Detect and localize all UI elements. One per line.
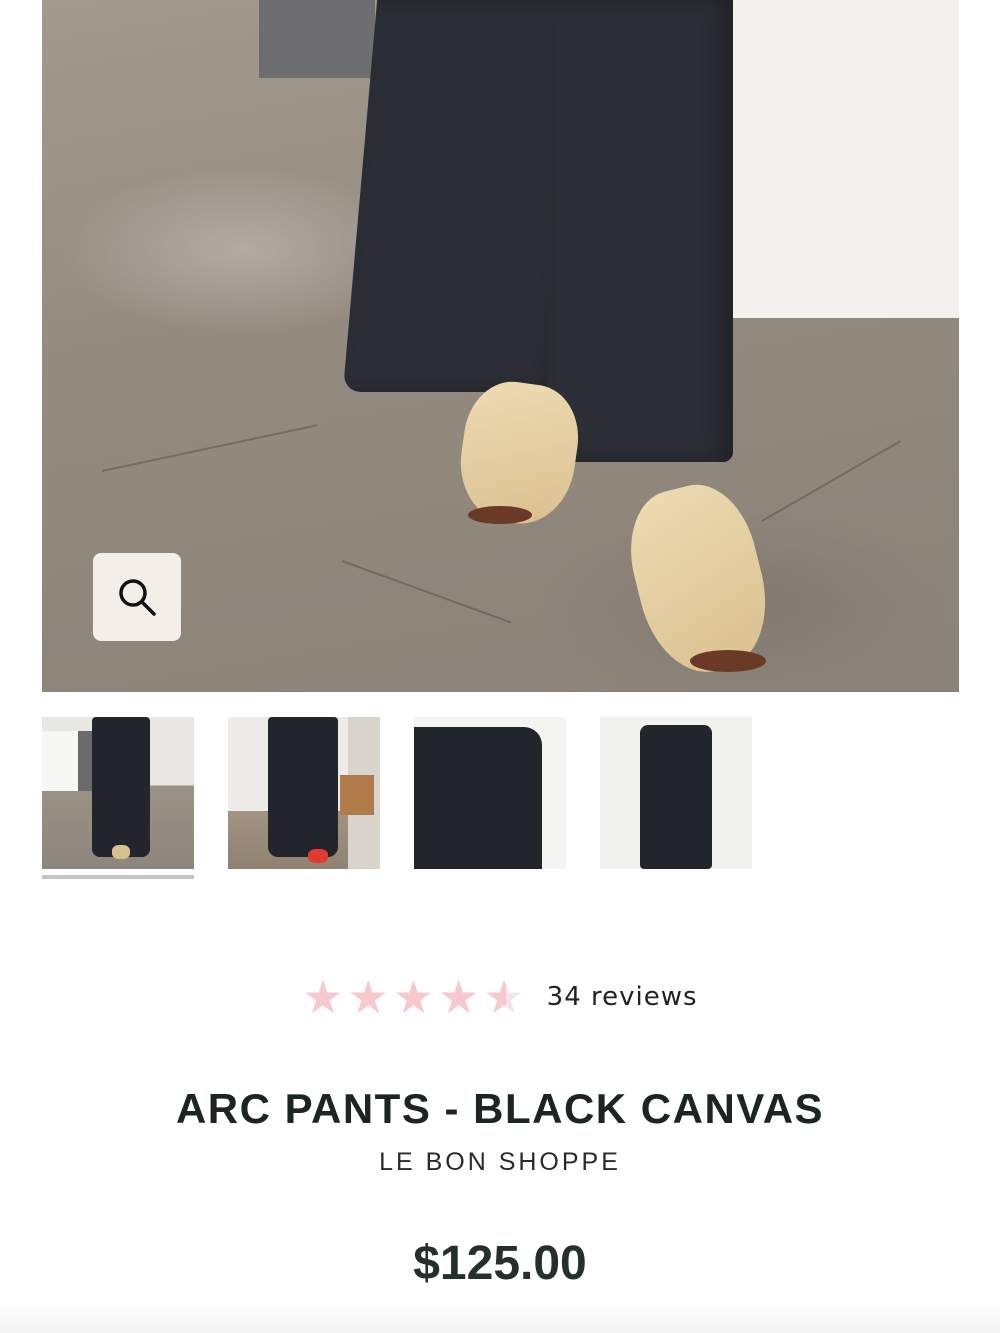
floor-texture [761, 440, 902, 522]
floor-texture [101, 424, 318, 472]
thumbnail-figure [92, 717, 150, 857]
product-price: $125.00 [413, 1237, 587, 1290]
star-icon: ★ [347, 970, 389, 1024]
star-icon: ★ [302, 970, 344, 1024]
search-icon [119, 579, 156, 616]
star-icon: ★ [392, 970, 435, 1024]
thumbnail-strip [42, 717, 762, 887]
shoe-sole-right [690, 650, 766, 672]
background-wall-white [697, 0, 959, 318]
product-brand[interactable]: LE BON SHOPPE [0, 1148, 1000, 1177]
thumbnail-flat-lay-pants[interactable] [600, 717, 752, 869]
zoom-button[interactable] [93, 553, 181, 641]
star-icon: ★ [438, 970, 480, 1024]
thumbnail-model-front-red-shoes[interactable] [228, 717, 380, 869]
shoe-sole-left [468, 506, 532, 524]
pant-leg-right [547, 0, 733, 462]
half-star-icon: ★ ★ [483, 970, 525, 1024]
star-rating: ★ ★ ★ ★ ★ ★ [302, 974, 524, 1020]
review-count-link[interactable]: 34 reviews [547, 982, 698, 1012]
thumbnail-waistband-detail[interactable] [414, 717, 566, 869]
review-summary[interactable]: ★ ★ ★ ★ ★ ★ 34 reviews [0, 972, 1000, 1022]
thumbnail-figure [268, 717, 338, 857]
product-main-image[interactable] [42, 0, 959, 692]
product-title: ARC PANTS - BLACK CANVAS [175, 1085, 825, 1132]
bottom-divider [0, 1300, 1000, 1333]
thumbnail-figure [414, 727, 542, 869]
thumbnail-model-front-beige-shoes[interactable] [42, 717, 194, 869]
background-wall-dark [259, 0, 375, 78]
thumbnail-selected-indicator [42, 875, 194, 879]
thumbnail-figure [640, 725, 712, 869]
floor-texture [341, 560, 512, 624]
